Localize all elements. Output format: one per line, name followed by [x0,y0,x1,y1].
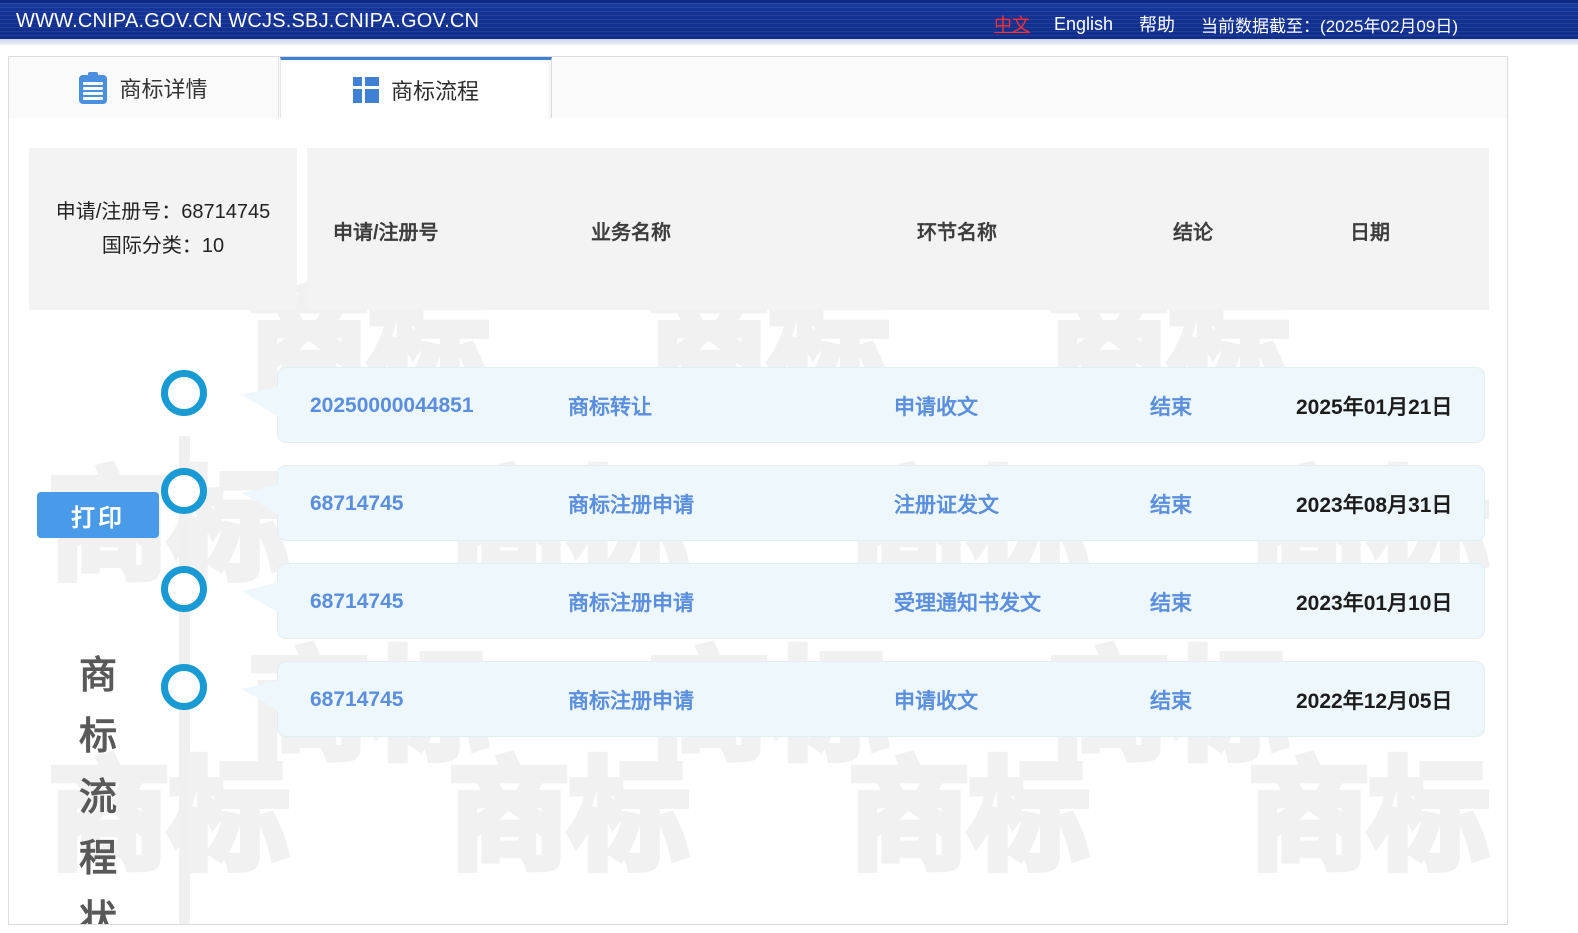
trademark-info-box: 申请/注册号：68714745 国际分类：10 [29,148,297,310]
registration-number-line: 申请/注册号：68714745 [56,195,271,229]
row-pointer [242,386,279,417]
timeline-node[interactable] [161,468,207,514]
cell-date: 2023年01月10日 [1296,564,1452,640]
table-row[interactable]: 20250000044851 商标转让 申请收文 结束 2025年01月21日 [277,367,1485,443]
cell-business: 商标注册申请 [568,466,694,542]
cell-conclusion: 结束 [1150,662,1192,738]
clipboard-icon [79,72,107,104]
vertical-title-char: 标 [67,707,129,768]
watermark-text: 商标 [449,758,689,878]
language-chinese-link[interactable]: 中文 [994,11,1030,37]
cell-date: 2025年01月21日 [1296,368,1452,444]
table-header-row: 申请/注册号 业务名称 环节名称 结论 日期 [307,148,1489,310]
cell-reg-no[interactable]: 20250000044851 [310,368,474,444]
cell-business: 商标注册申请 [568,564,694,640]
tab-trademark-details[interactable]: 商标详情 [9,57,279,119]
column-header-conclusion: 结论 [1173,216,1213,245]
timeline-node[interactable] [161,664,207,710]
watermark-text: 商标 [849,758,1089,878]
table-row[interactable]: 68714745 商标注册申请 申请收文 结束 2022年12月05日 [277,661,1485,737]
watermark-text: 商标 [1249,758,1489,878]
cell-conclusion: 结束 [1150,466,1192,542]
cell-reg-no[interactable]: 68714745 [310,564,403,640]
vertical-title-char: 商 [67,646,129,707]
table-row[interactable]: 68714745 商标注册申请 受理通知书发文 结束 2023年01月10日 [277,563,1485,639]
vertical-section-title: 商 标 流 程 状 态 [67,646,129,925]
grid-list-icon [353,77,379,103]
timeline-node[interactable] [161,370,207,416]
summary-and-header: 申请/注册号：68714745 国际分类：10 申请/注册号 业务名称 环节名称… [29,148,1489,310]
cell-business: 商标注册申请 [568,662,694,738]
site-url-text: WWW.CNIPA.GOV.CN WCJS.SBJ.CNIPA.GOV.CN [16,10,479,33]
cell-conclusion: 结束 [1150,368,1192,444]
cell-reg-no[interactable]: 68714745 [310,662,403,738]
vertical-title-char: 状 [67,890,129,925]
cell-conclusion: 结束 [1150,564,1192,640]
data-cutoff-text: 当前数据截至：(2025年02月09日) [1201,12,1458,37]
help-link[interactable]: 帮助 [1139,11,1175,37]
row-pointer [242,484,279,515]
cell-stage: 申请收文 [894,662,978,738]
site-header-bar: WWW.CNIPA.GOV.CN WCJS.SBJ.CNIPA.GOV.CN 中… [0,0,1578,39]
column-header-stage: 环节名称 [917,216,997,245]
tab-trademark-process[interactable]: 商标流程 [280,57,552,119]
tab-trademark-process-label: 商标流程 [391,74,479,106]
cell-stage: 申请收文 [894,368,978,444]
header-links: 中文 English 帮助 当前数据截至：(2025年02月09日) [994,11,1458,37]
cell-stage: 受理通知书发文 [894,564,1041,640]
print-button[interactable]: 打印 [37,492,159,538]
column-header-business: 业务名称 [591,216,671,245]
row-pointer [242,680,279,711]
cell-reg-no[interactable]: 68714745 [310,466,403,542]
timeline-node[interactable] [161,566,207,612]
tab-strip: 商标详情 商标流程 [8,56,1508,118]
vertical-title-char: 程 [67,829,129,890]
vertical-title-char: 流 [67,768,129,829]
row-pointer [242,582,279,613]
international-class-line: 国际分类：10 [102,229,224,263]
tab-trademark-details-label: 商标详情 [119,72,207,104]
process-panel: 商标 商标 商标 商标 商标 商标 商标 商标 商标 商标 商标 商标 商标 商… [8,118,1508,925]
table-row[interactable]: 68714745 商标注册申请 注册证发文 结束 2023年08月31日 [277,465,1485,541]
cell-date: 2023年08月31日 [1296,466,1452,542]
cell-date: 2022年12月05日 [1296,662,1452,738]
language-english-link[interactable]: English [1054,14,1113,35]
column-header-reg-no: 申请/注册号 [333,216,439,245]
column-header-date: 日期 [1350,216,1390,245]
cell-business: 商标转让 [568,368,652,444]
cell-stage: 注册证发文 [894,466,999,542]
